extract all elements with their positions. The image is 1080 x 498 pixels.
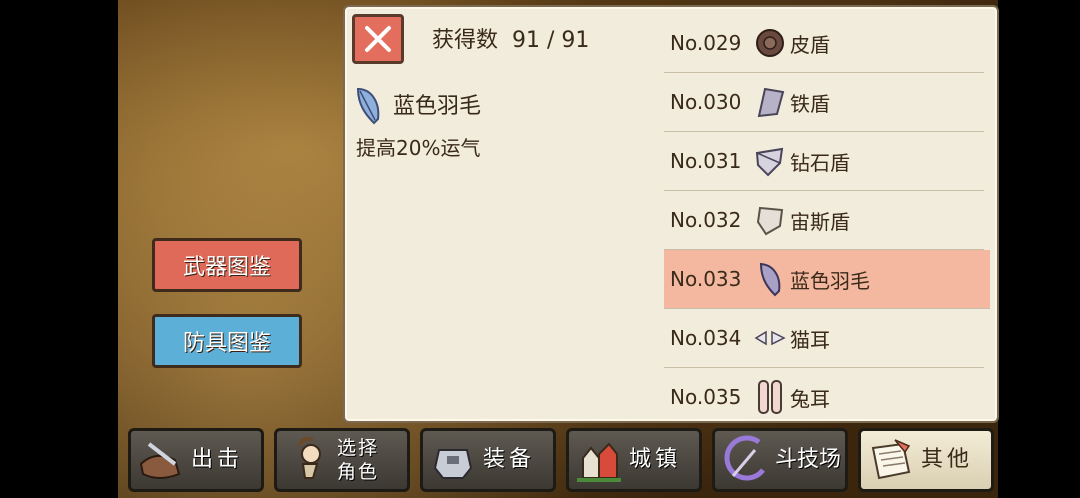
- tab-label: 选择 角色: [337, 436, 379, 484]
- item-name: 兔耳: [790, 386, 830, 411]
- tab-label: 斗技场: [775, 447, 842, 472]
- list-item[interactable]: No.035 兔耳: [664, 368, 984, 426]
- detail-item-name: 蓝色羽毛: [393, 94, 482, 119]
- count-label: 获得数: [432, 28, 499, 53]
- equipment-icon: [433, 449, 473, 479]
- item-name: 铁盾: [790, 91, 830, 116]
- item-list[interactable]: No.029 皮盾 No.030 铁盾 No.031 钻石盾 No.032 宙斯…: [664, 14, 990, 426]
- item-name: 蓝色羽毛: [790, 268, 870, 293]
- item-number: No.032: [670, 208, 742, 232]
- item-name: 猫耳: [790, 327, 830, 352]
- zeus-shield-icon: [754, 202, 786, 238]
- item-number: No.035: [670, 385, 742, 409]
- diamond-shield-icon: [754, 143, 786, 179]
- list-item[interactable]: No.032 宙斯盾: [664, 191, 984, 250]
- feather-icon: [356, 87, 380, 125]
- item-name: 钻石盾: [790, 150, 850, 175]
- tab-label: 出击: [191, 447, 244, 472]
- close-icon: [365, 26, 391, 52]
- count-value: 91 / 91: [512, 28, 590, 53]
- list-item[interactable]: No.029 皮盾: [664, 14, 984, 73]
- sortie-icon: [139, 442, 181, 479]
- scroll-icon: [871, 439, 911, 480]
- town-icon: [577, 442, 621, 482]
- bunny-ears-icon: [754, 379, 786, 415]
- leather-shield-icon: [754, 25, 786, 61]
- item-name: 皮盾: [790, 32, 830, 57]
- item-number: No.034: [670, 326, 742, 350]
- arena-icon: [724, 435, 765, 481]
- item-number: No.033: [670, 267, 742, 291]
- weapons-encyclopedia-button[interactable]: 武器图鉴: [152, 238, 302, 292]
- cat-ears-icon: [754, 320, 786, 356]
- tab-label-line1: 选择: [337, 437, 380, 459]
- close-button[interactable]: [352, 14, 404, 64]
- tab-arena[interactable]: 斗技场: [712, 428, 848, 492]
- item-number: No.029: [670, 31, 742, 55]
- character-icon: [297, 436, 321, 479]
- tab-equipment[interactable]: 装备: [420, 428, 556, 492]
- tab-label: 其他: [921, 447, 974, 472]
- tab-other[interactable]: 其他: [858, 428, 994, 492]
- bottom-menu-bar: 出击 选择 角色 装备 城镇 斗技场 其他: [128, 428, 994, 494]
- list-item[interactable]: No.034 猫耳: [664, 309, 984, 368]
- item-number: No.030: [670, 90, 742, 114]
- tab-label-line2: 角色: [337, 461, 380, 483]
- armor-encyclopedia-button[interactable]: 防具图鉴: [152, 314, 302, 368]
- list-item-selected[interactable]: No.033 蓝色羽毛: [664, 250, 990, 309]
- tab-sortie[interactable]: 出击: [128, 428, 264, 492]
- tab-label: 城镇: [629, 447, 682, 472]
- feather-icon: [754, 261, 786, 297]
- collection-count: 获得数 91 / 91: [432, 22, 589, 54]
- tab-select-character[interactable]: 选择 角色: [274, 428, 410, 492]
- list-item[interactable]: No.031 钻石盾: [664, 132, 984, 191]
- detail-item-description: 提高20%运气: [356, 136, 481, 160]
- iron-shield-icon: [754, 84, 786, 120]
- tab-town[interactable]: 城镇: [566, 428, 702, 492]
- item-name: 宙斯盾: [790, 209, 850, 234]
- tab-label: 装备: [483, 447, 536, 472]
- item-number: No.031: [670, 149, 742, 173]
- list-item[interactable]: No.030 铁盾: [664, 73, 984, 132]
